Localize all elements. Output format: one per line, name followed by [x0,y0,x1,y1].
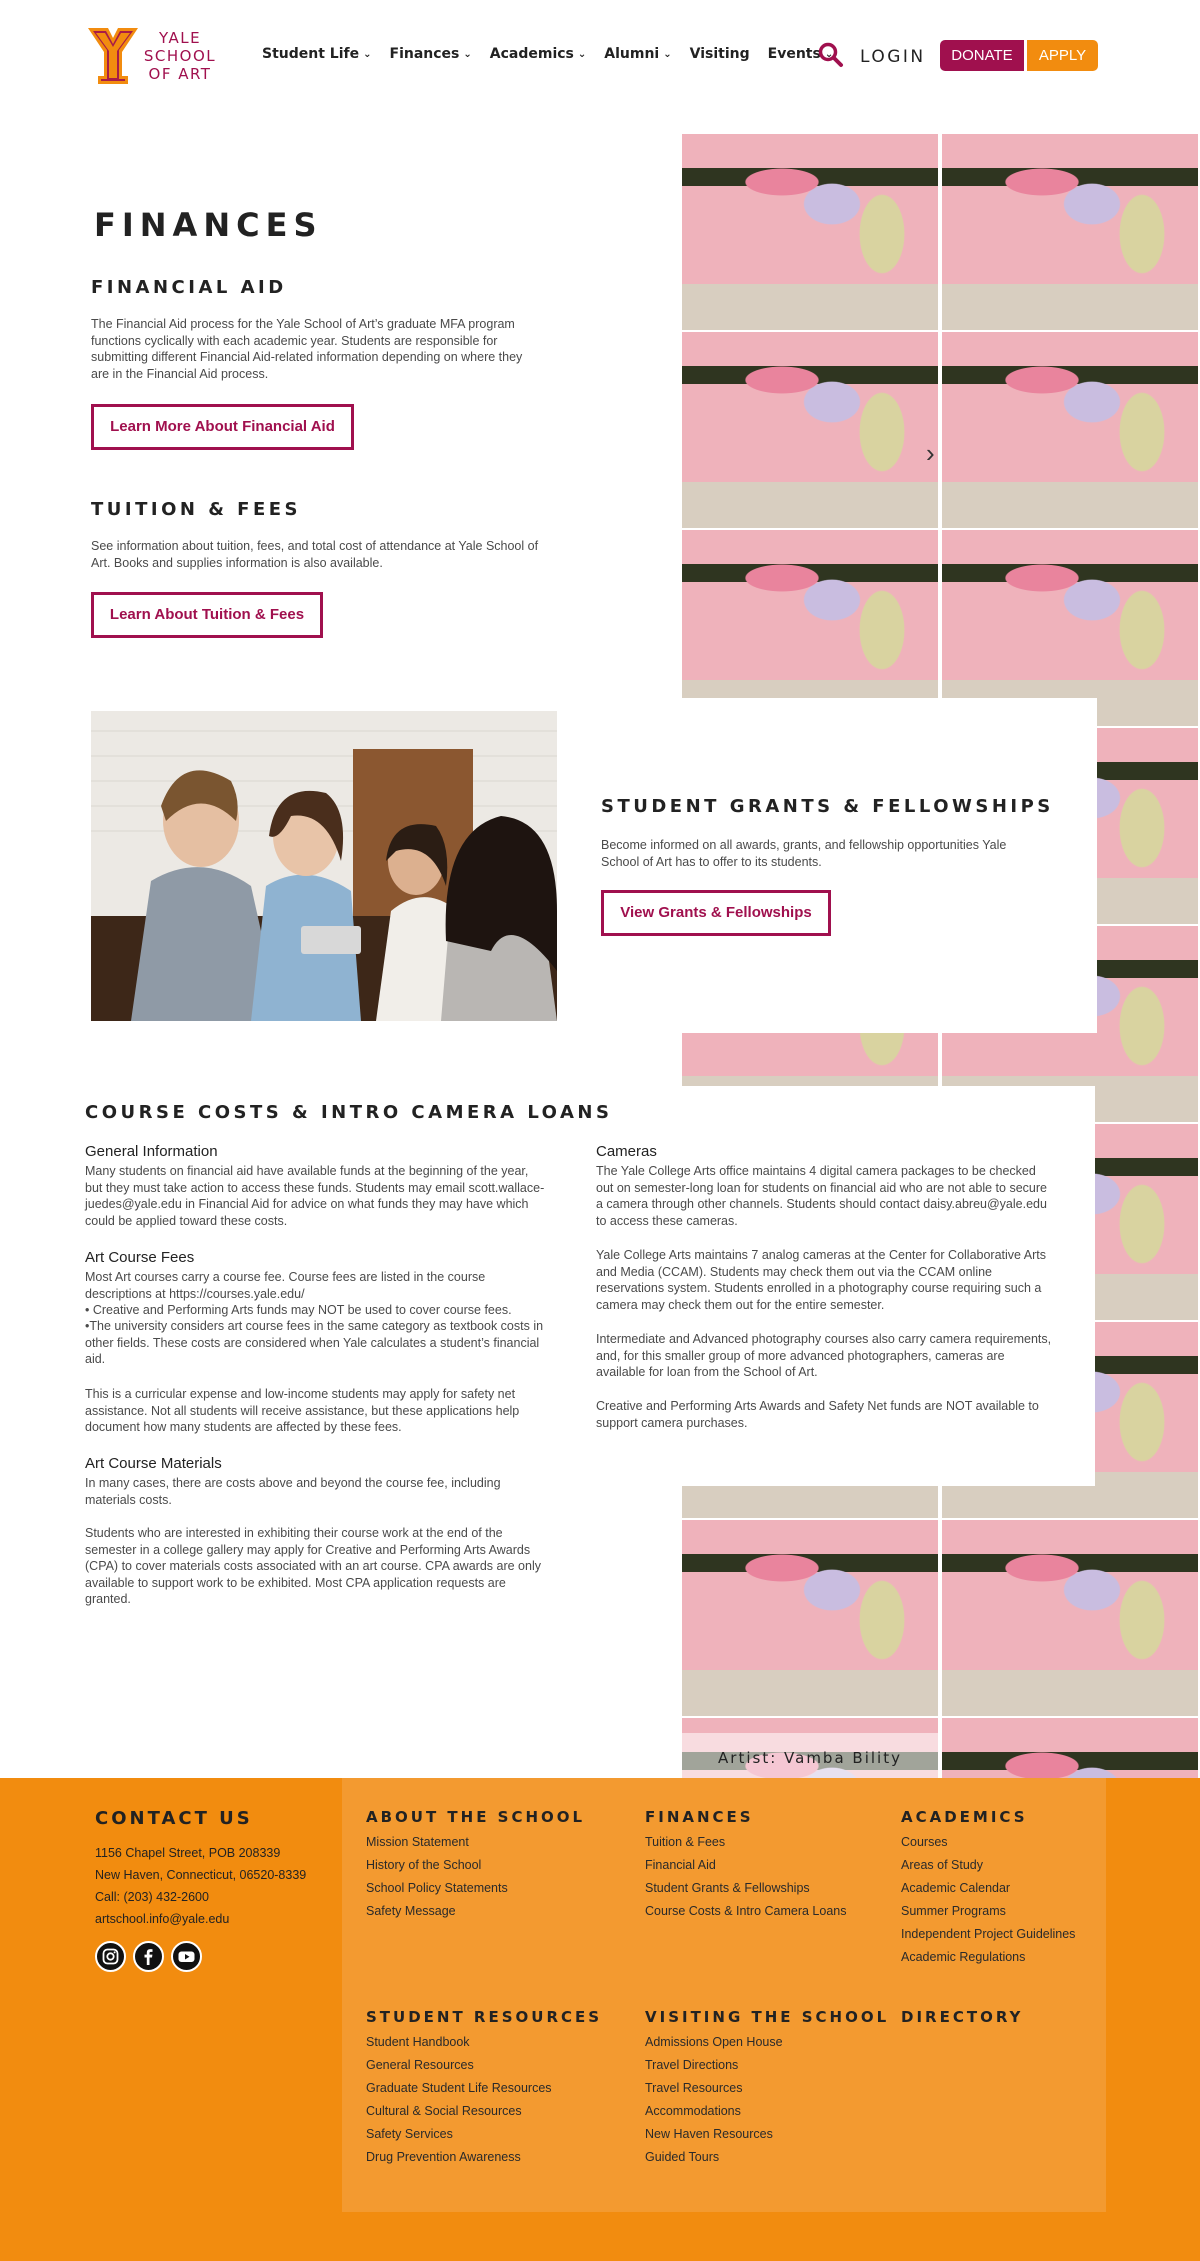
contact-us-title: CONTACT US [95,1808,253,1829]
footer-link[interactable]: Travel Resources [645,2081,743,2095]
nav-item-alumni[interactable]: Alumni ⌄ [604,46,671,62]
course-materials-title: Art Course Materials [85,1455,222,1472]
footer-link[interactable]: Academic Regulations [901,1950,1025,1964]
footer-col-title: ACADEMICS [901,1808,1028,1826]
footer-link[interactable]: Safety Message [366,1904,456,1918]
footer-col-title-directory[interactable]: DIRECTORY [901,2008,1023,2026]
tuition-fees-heading: TUITION & FEES [91,499,302,520]
cameras-text: Yale College Arts maintains 7 analog cam… [596,1248,1046,1312]
contact-phone[interactable]: Call: (203) 432-2600 [95,1890,209,1904]
footer-link[interactable]: Drug Prevention Awareness [366,2150,521,2164]
course-fees-bullet: • Creative and Performing Arts funds may… [85,1303,512,1317]
financial-aid-text: The Financial Aid process for the Yale S… [91,317,523,381]
cameras-text: The Yale College Arts office maintains 4… [596,1164,1047,1228]
footer-link[interactable]: Travel Directions [645,2058,738,2072]
footer-link[interactable]: History of the School [366,1858,481,1872]
footer-col-title: FINANCES [645,1808,754,1826]
footer-link[interactable]: Independent Project Guidelines [901,1927,1075,1941]
nav-label: Alumni [604,46,660,62]
site-header: YALE SCHOOL OF ART Student Life ⌄ Finance… [0,0,1200,115]
chevron-down-icon: ⌄ [577,48,587,60]
course-costs-heading: COURSE COSTS & INTRO CAMERA LOANS [85,1102,613,1123]
students-photo [91,711,557,1021]
footer-link[interactable]: Cultural & Social Resources [366,2104,522,2118]
footer-link[interactable]: Mission Statement [366,1835,469,1849]
nav-label: Visiting [689,46,750,62]
logo-y-mark [88,28,138,84]
footer-link[interactable]: Areas of Study [901,1858,983,1872]
chevron-right-icon[interactable]: › [926,438,935,469]
logo-line: OF ART [148,65,212,83]
learn-about-tuition-button[interactable]: Learn About Tuition & Fees [91,592,323,638]
contact-email[interactable]: artschool.info@yale.edu [95,1912,229,1926]
site-footer: CONTACT US 1156 Chapel Street, POB 20833… [0,1778,1200,2261]
logo-wordmark: YALE SCHOOL OF ART [142,29,218,83]
tuition-fees-text: See information about tuition, fees, and… [91,539,539,570]
course-materials-text: In many cases, there are costs above and… [85,1476,501,1507]
grants-heading: STUDENT GRANTS & FELLOWSHIPS [601,796,1054,817]
footer-link[interactable]: Course Costs & Intro Camera Loans [645,1904,846,1918]
nav-item-visiting[interactable]: Visiting [690,46,750,62]
youtube-icon[interactable] [171,1941,202,1972]
cameras-text: Intermediate and Advanced photography co… [596,1332,1052,1379]
footer-link[interactable]: General Resources [366,2058,474,2072]
footer-col-title: VISITING THE SCHOOL [645,2008,890,2026]
footer-link[interactable]: Graduate Student Life Resources [366,2081,552,2095]
footer-col-title: ABOUT THE SCHOOL [366,1808,586,1826]
logo-line: YALE [158,29,202,47]
footer-link[interactable]: Summer Programs [901,1904,1006,1918]
footer-link[interactable]: Student Grants & Fellowships [645,1881,810,1895]
course-fees-text: Most Art courses carry a course fee. Cou… [85,1270,486,1301]
nav-item-finances[interactable]: Finances ⌄ [390,46,472,62]
search-icon[interactable] [818,42,844,68]
nav-item-student-life[interactable]: Student Life ⌄ [262,46,372,62]
logo-line: SCHOOL [143,47,217,65]
nav-label: Academics [489,46,574,62]
footer-link[interactable]: Courses [901,1835,948,1849]
safety-net-text: This is a curricular expense and low-inc… [85,1387,520,1434]
cameras-text: Creative and Performing Arts Awards and … [596,1399,1039,1430]
course-fees-title: Art Course Fees [85,1249,195,1266]
footer-link[interactable]: Academic Calendar [901,1881,1010,1895]
page-title: FINANCES [94,206,323,244]
students-photo-illustration [91,711,557,1021]
apply-button[interactable]: APPLY [1027,40,1098,71]
chevron-down-icon: ⌄ [463,48,472,60]
footer-link[interactable]: Admissions Open House [645,2035,783,2049]
footer-link[interactable]: Accommodations [645,2104,741,2118]
general-info-title: General Information [85,1143,218,1160]
login-link[interactable]: LOGIN [860,47,926,67]
financial-aid-heading: FINANCIAL AID [91,277,287,298]
main-nav: Student Life ⌄ Finances ⌄ Academics ⌄ Alumn… [262,46,851,62]
footer-link[interactable]: Guided Tours [645,2150,719,2164]
course-fees-bullet: •The university considers art course fee… [85,1319,544,1366]
artist-credit: Artist: Vamba Bility [682,1733,938,1783]
donate-button[interactable]: DONATE [940,40,1024,71]
contact-address: 1156 Chapel Street, POB 208339 [95,1846,281,1860]
cameras-title: Cameras [596,1143,657,1160]
chevron-down-icon: ⌄ [363,48,372,60]
footer-link[interactable]: School Policy Statements [366,1881,508,1895]
learn-more-financial-aid-button[interactable]: Learn More About Financial Aid [91,404,354,450]
cpa-awards-text: Students who are interested in exhibitin… [85,1526,541,1606]
footer-link[interactable]: Tuition & Fees [645,1835,725,1849]
footer-link[interactable]: Financial Aid [645,1858,716,1872]
footer-link[interactable]: Student Handbook [366,2035,470,2049]
nav-label: Student Life [262,46,360,62]
grants-text: Become informed on all awards, grants, a… [601,838,1007,869]
footer-link[interactable]: Safety Services [366,2127,453,2141]
contact-city: New Haven, Connecticut, 06520-8339 [95,1868,307,1882]
instagram-icon[interactable] [95,1941,126,1972]
facebook-icon[interactable] [133,1941,164,1972]
nav-item-academics[interactable]: Academics ⌄ [490,46,587,62]
chevron-down-icon: ⌄ [663,48,672,60]
general-info-text: Many students on financial aid have avai… [85,1164,545,1228]
yale-school-of-art-logo[interactable]: YALE SCHOOL OF ART [88,28,218,84]
footer-link[interactable]: New Haven Resources [645,2127,773,2141]
view-grants-button[interactable]: View Grants & Fellowships [601,890,831,936]
nav-label: Finances [389,46,460,62]
nav-label: Events [767,46,821,62]
footer-col-title: STUDENT RESOURCES [366,2008,603,2026]
